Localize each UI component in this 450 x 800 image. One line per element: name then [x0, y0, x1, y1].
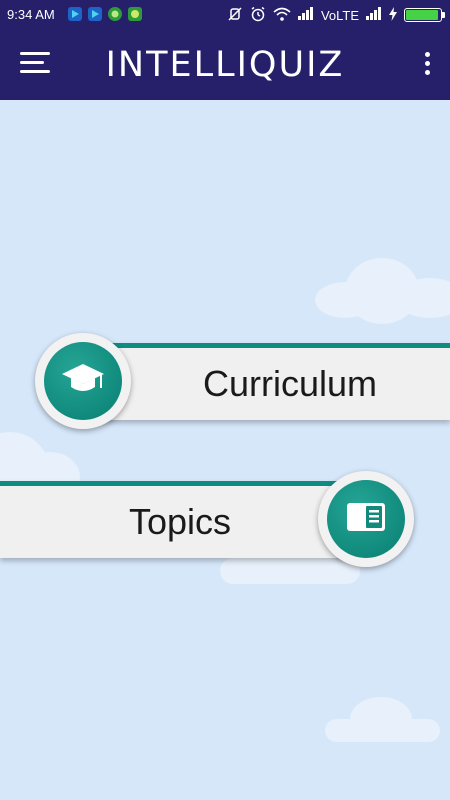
curriculum-label: Curriculum [202, 363, 378, 404]
more-vertical-icon[interactable] [422, 52, 432, 78]
app-title: INTELLIQUIZ [105, 45, 345, 85]
graduation-cap-icon [61, 362, 105, 401]
book-icon [346, 501, 386, 538]
signal-icon [297, 7, 314, 23]
charging-icon [389, 6, 397, 24]
play-store-icon [68, 7, 82, 21]
topics-icon-badge[interactable] [318, 471, 414, 567]
green-app-icon [108, 7, 122, 21]
alarm-icon [250, 6, 266, 25]
app-bar: INTELLIQUIZ [0, 30, 450, 100]
play-store-icon [88, 7, 102, 21]
battery-icon [404, 8, 445, 22]
topics-button[interactable]: Topics [0, 481, 360, 558]
curriculum-icon-badge[interactable] [35, 333, 131, 429]
curriculum-button[interactable]: Curriculum [90, 343, 450, 420]
topics-label: Topics [128, 501, 232, 542]
cloud-decoration [315, 258, 450, 324]
status-bar: 9:34 AM VoLTE [0, 0, 450, 30]
battery-level [406, 10, 439, 20]
mute-icon [227, 6, 243, 25]
status-time: 9:34 AM [7, 7, 55, 22]
green-app-icon [128, 7, 142, 21]
network-type-label: VoLTE [320, 7, 359, 23]
wifi-icon [273, 7, 291, 24]
cloud-decoration [325, 697, 450, 742]
signal-icon [366, 7, 382, 23]
